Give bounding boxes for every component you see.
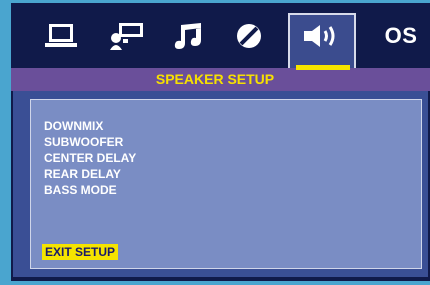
active-tab-underline: [296, 65, 350, 70]
section-title: SPEAKER SETUP: [155, 71, 275, 87]
disc-icon: [235, 22, 263, 50]
tab-os[interactable]: OS: [371, 11, 430, 61]
menu-item-center-delay[interactable]: CENTER DELAY: [44, 150, 136, 166]
music-note-icon: [172, 21, 204, 51]
menu-item-subwoofer[interactable]: SUBWOOFER: [44, 134, 136, 150]
tab-music[interactable]: [158, 11, 218, 61]
tab-bar: OS: [11, 3, 430, 94]
menu-item-bass-mode[interactable]: BASS MODE: [44, 182, 136, 198]
tab-speaker-setup[interactable]: [292, 11, 352, 61]
setup-screen: OS SPEAKER SETUP DOWNMIX SUBWOOFER CENTE…: [11, 3, 430, 281]
menu-item-rear-delay[interactable]: REAR DELAY: [44, 166, 136, 182]
exit-setup-button[interactable]: EXIT SETUP: [42, 244, 119, 260]
tab-os-label: OS: [384, 23, 418, 48]
settings-panel: DOWNMIX SUBWOOFER CENTER DELAY REAR DELA…: [13, 91, 428, 277]
menu-item-downmix[interactable]: DOWNMIX: [44, 118, 136, 134]
tab-general[interactable]: [31, 11, 91, 61]
settings-menu: DOWNMIX SUBWOOFER CENTER DELAY REAR DELA…: [44, 118, 136, 198]
speaker-volume-icon: [302, 22, 342, 50]
speaker-audio-icon: [109, 21, 147, 51]
tab-audio[interactable]: [98, 11, 158, 61]
tab-disc[interactable]: [219, 11, 279, 61]
monitor-icon: [44, 23, 78, 49]
settings-panel-inner: DOWNMIX SUBWOOFER CENTER DELAY REAR DELA…: [30, 99, 422, 269]
